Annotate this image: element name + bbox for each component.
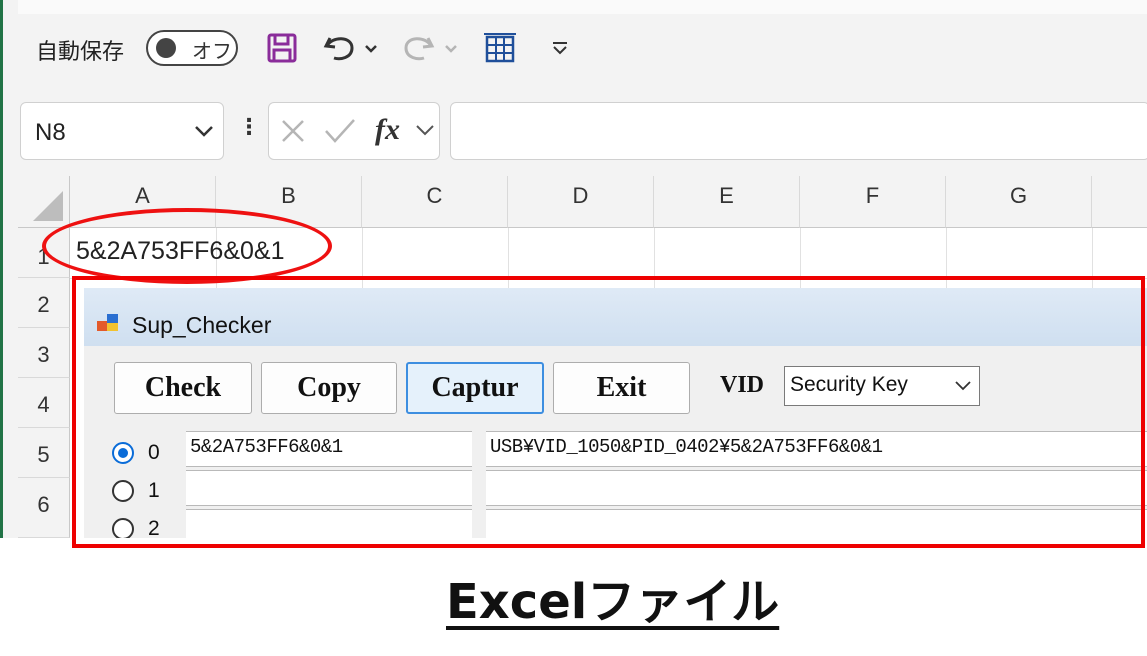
column-header-g[interactable]: G [946,176,1092,228]
row-header-2[interactable]: 2 [18,278,70,328]
redo-icon [402,30,462,66]
row-header-3[interactable]: 3 [18,328,70,378]
highlight-ellipse [42,208,332,284]
cancel-icon [279,117,307,150]
toggle-knob [156,38,176,58]
column-header-c[interactable]: C [362,176,508,228]
window-edge [0,0,3,538]
row-header-5[interactable]: 5 [18,428,70,478]
formula-buttons: fx [268,102,440,160]
column-header-d[interactable]: D [508,176,654,228]
print-layout-icon[interactable] [480,30,520,66]
column-header-h[interactable] [1092,176,1147,228]
caption: Excelファイル [446,574,780,630]
row-header-6[interactable]: 6 [18,478,70,538]
customize-toolbar-icon[interactable] [546,30,574,66]
autosave-toggle[interactable]: オフ [146,30,238,66]
formula-bar[interactable] [450,102,1147,160]
autosave-state: オフ [192,41,232,63]
chevron-down-icon[interactable] [415,121,435,144]
insert-function-icon[interactable]: fx [375,113,400,147]
ribbon-strip [18,0,1147,15]
more-options-icon[interactable]: ⋮ [238,114,260,140]
name-box-value: N8 [35,119,66,146]
select-all-corner[interactable] [18,176,70,228]
column-header-f[interactable]: F [800,176,946,228]
highlight-box [72,276,1145,548]
column-header-e[interactable]: E [654,176,800,228]
save-icon[interactable] [262,30,302,66]
row-header-4[interactable]: 4 [18,378,70,428]
name-box[interactable]: N8 [20,102,224,160]
enter-icon [323,117,357,150]
autosave-label: 自動保存 [36,39,125,64]
chevron-down-icon[interactable] [193,121,215,146]
undo-icon[interactable] [322,30,382,66]
